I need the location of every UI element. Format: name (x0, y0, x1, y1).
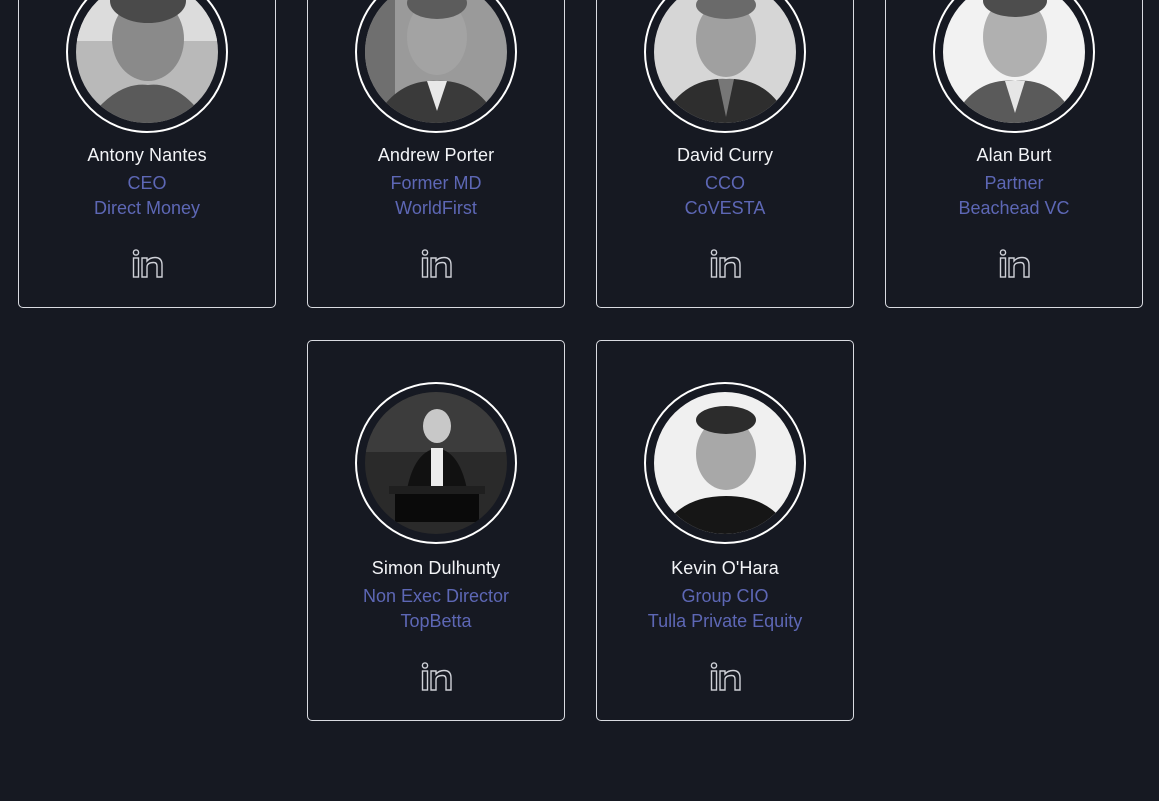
member-name: Simon Dulhunty (371, 558, 501, 578)
member-company: Direct Money (93, 198, 201, 218)
linkedin-icon[interactable] (421, 662, 453, 692)
member-name: Kevin O'Hara (671, 558, 779, 578)
profile-photo (654, 0, 796, 123)
profile-photo (654, 392, 796, 534)
profile-photo (365, 392, 507, 534)
member-company: WorldFirst (395, 198, 477, 218)
member-company: TopBetta (400, 611, 472, 631)
member-role: Former MD (390, 173, 482, 193)
team-card: David Curry CCO CoVESTA (596, 0, 854, 308)
member-role: CEO (127, 173, 167, 193)
avatar (355, 382, 517, 544)
profile-photo (76, 0, 218, 123)
team-card: Simon Dulhunty Non Exec Director TopBett… (307, 340, 565, 721)
team-section: Antony Nantes CEO Direct Money Andrew Po… (0, 0, 1159, 801)
member-company: Tulla Private Equity (647, 611, 803, 631)
team-card: Antony Nantes CEO Direct Money (18, 0, 276, 308)
team-card: Andrew Porter Former MD WorldFirst (307, 0, 565, 308)
avatar (644, 382, 806, 544)
linkedin-icon[interactable] (999, 249, 1031, 279)
member-role: Group CIO (681, 586, 769, 606)
member-role: CCO (705, 173, 745, 193)
member-company: Beachead VC (958, 198, 1070, 218)
member-role: Non Exec Director (362, 586, 510, 606)
linkedin-icon[interactable] (710, 662, 742, 692)
member-company: CoVESTA (684, 198, 766, 218)
avatar (644, 0, 806, 133)
profile-photo (365, 0, 507, 123)
member-name: Antony Nantes (87, 145, 207, 165)
avatar (355, 0, 517, 133)
linkedin-icon[interactable] (710, 249, 742, 279)
team-card: Alan Burt Partner Beachead VC (885, 0, 1143, 308)
member-name: Andrew Porter (377, 145, 495, 165)
avatar (66, 0, 228, 133)
avatar (933, 0, 1095, 133)
profile-photo (943, 0, 1085, 123)
member-role: Partner (984, 173, 1044, 193)
linkedin-icon[interactable] (421, 249, 453, 279)
team-card: Kevin O'Hara Group CIO Tulla Private Equ… (596, 340, 854, 721)
member-name: David Curry (676, 145, 774, 165)
member-name: Alan Burt (976, 145, 1052, 165)
linkedin-icon[interactable] (132, 249, 164, 279)
